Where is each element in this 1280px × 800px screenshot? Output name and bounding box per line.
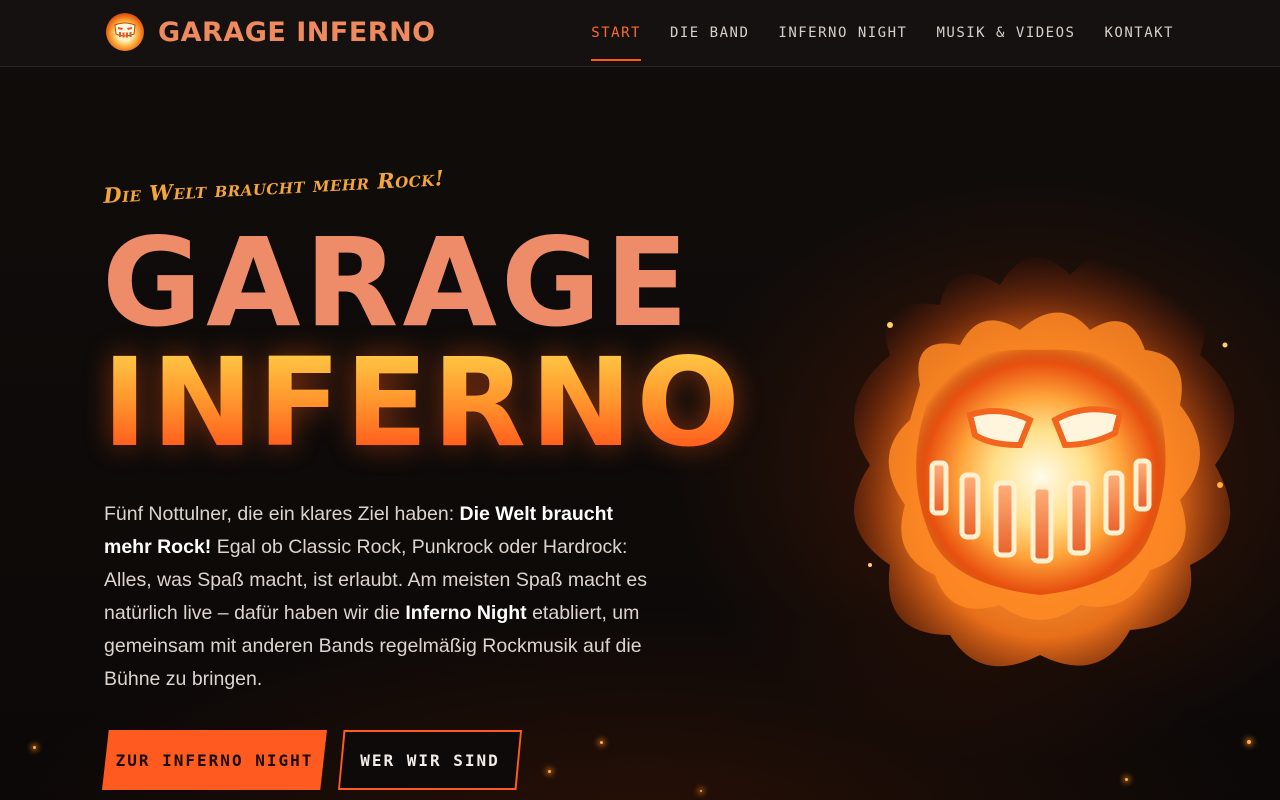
spark (887, 322, 893, 328)
inferno-night-button[interactable]: ZUR INFERNO NIGHT (102, 730, 327, 790)
spark (1222, 342, 1228, 348)
nav-item-kontakt[interactable]: KONTAKT (1104, 19, 1174, 47)
hero-intro-text: Fünf Nottulner, die ein klares Ziel habe… (104, 498, 649, 696)
nav-item-die-band[interactable]: DIE BAND (670, 19, 749, 47)
spark (868, 563, 872, 567)
nav-item-inferno-night[interactable]: INFERNO NIGHT (778, 19, 907, 47)
ember-decoration (600, 741, 603, 744)
main-menu: START DIE BAND INFERNO NIGHT MUSIK & VID… (591, 0, 1174, 66)
about-us-button[interactable]: WER WIR SIND (338, 730, 522, 790)
brand-home-link[interactable]: GARAGE INFERNO (106, 12, 436, 52)
ember-decoration (548, 770, 551, 773)
skull-tooth (993, 480, 1017, 558)
brand-name: GARAGE INFERNO (158, 16, 436, 48)
flaming-skull-illustration (830, 235, 1250, 695)
skull-tooth (959, 472, 981, 540)
top-navbar: GARAGE INFERNO START DIE BAND INFERNO NI… (0, 0, 1280, 67)
skull-tooth (1103, 470, 1125, 536)
hero-title-line2: INFERNO (102, 332, 744, 474)
skull-tooth (929, 460, 949, 516)
skull-eye-left (966, 408, 1034, 449)
ember-decoration (700, 790, 702, 792)
skull-tooth (1030, 484, 1054, 564)
hero-title-line1: GARAGE (102, 212, 693, 354)
ember-decoration (1247, 740, 1251, 744)
skull-tooth (1067, 480, 1091, 556)
intro-text-part: Fünf Nottulner, die ein klares Ziel habe… (104, 503, 460, 525)
ember-decoration (1125, 778, 1128, 781)
about-us-button-label: WER WIR SIND (340, 732, 520, 788)
nav-item-start[interactable]: START (591, 19, 641, 61)
ember-decoration (33, 746, 36, 749)
nav-item-musik-videos[interactable]: MUSIK & VIDEOS (936, 19, 1075, 47)
intro-emphasis-inferno-night: Inferno Night (405, 602, 527, 624)
flaming-skull-icon (106, 13, 144, 51)
spark (1217, 482, 1223, 488)
flaming-skull-icon (854, 252, 1235, 667)
skull-tooth (1133, 458, 1152, 512)
